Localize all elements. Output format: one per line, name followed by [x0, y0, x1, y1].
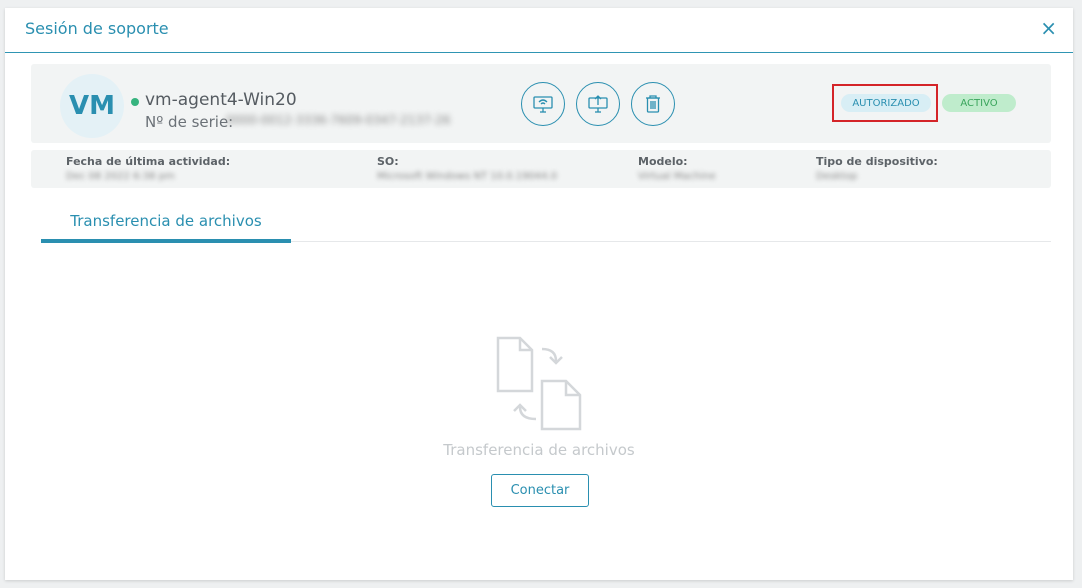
device-card: VM vm-agent4-Win20 Nº de serie: 0000-001… [31, 64, 1051, 143]
empty-state-text: Transferencia de archivos [443, 441, 635, 459]
avatar: VM [60, 74, 124, 138]
remote-upload-icon [588, 95, 608, 113]
tab-bar: Transferencia de archivos [41, 203, 1051, 243]
support-session-modal: Sesión de soporte × VM vm-agent4-Win20 N… [5, 8, 1073, 580]
serial-value: 0000-0012-3336-7609-0347-2137-26 [226, 113, 451, 127]
close-icon[interactable]: × [1040, 16, 1057, 40]
info-value: Microsoft Windows NT 10.0.19044.0 [377, 171, 558, 182]
device-info-strip: Fecha de última actividad: Dec 08 2022 6… [31, 150, 1051, 188]
modal-title: Sesión de soporte [25, 19, 169, 38]
info-device-type: Tipo de dispositivo: Desktop [816, 155, 938, 182]
info-model: Modelo: Virtual Machine [638, 155, 716, 182]
tab-file-transfer[interactable]: Transferencia de archivos [41, 203, 291, 243]
remote-desktop-icon [533, 96, 553, 113]
online-status-dot [131, 98, 139, 106]
close-button[interactable]: × [1040, 16, 1057, 40]
device-name: vm-agent4-Win20 [145, 90, 297, 110]
info-os: SO: Microsoft Windows NT 10.0.19044.0 [377, 155, 557, 182]
trash-icon [646, 95, 660, 113]
connect-button[interactable]: Conectar [491, 474, 589, 507]
info-label: Fecha de última actividad: [66, 155, 231, 168]
remote-desktop-button[interactable] [521, 82, 565, 126]
modal-header: Sesión de soporte × [5, 8, 1073, 53]
file-transfer-icon [496, 336, 582, 431]
info-label: Tipo de dispositivo: [816, 155, 938, 168]
highlight-box [832, 84, 938, 122]
info-value: Virtual Machine [638, 171, 716, 182]
remote-upload-button[interactable] [576, 82, 620, 126]
delete-device-button[interactable] [631, 82, 675, 126]
active-badge: ACTIVO [942, 94, 1016, 112]
info-value: Desktop [816, 171, 858, 182]
info-label: SO: [377, 155, 399, 168]
serial-label: Nº de serie: [145, 113, 234, 131]
info-value: Dec 08 2022 6:38 pm [66, 171, 175, 182]
info-last-activity: Fecha de última actividad: Dec 08 2022 6… [66, 155, 230, 182]
info-label: Modelo: [638, 155, 688, 168]
